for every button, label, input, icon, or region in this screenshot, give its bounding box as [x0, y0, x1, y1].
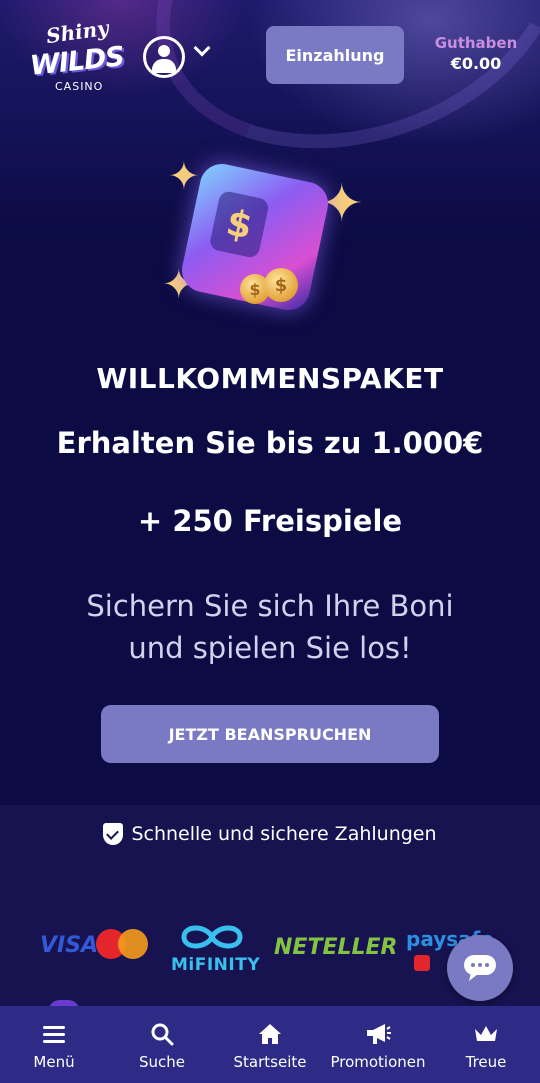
- sparkle-icon: ✦: [168, 154, 200, 198]
- bonus-amount: Erhalten Sie bis zu 1.000€: [56, 426, 484, 460]
- nav-label-promotions: Promotionen: [330, 1052, 426, 1071]
- free-spins: + 250 Freispiele: [137, 504, 403, 538]
- balance-value: €0.00: [450, 54, 502, 73]
- logo-line2: WILDS: [28, 41, 126, 82]
- home-icon: [255, 1019, 285, 1049]
- chat-button[interactable]: [447, 935, 513, 1001]
- mastercard-logo-overlap: [118, 929, 148, 959]
- bottom-nav: Menü Suche Startseite Promotionen Treue: [0, 1006, 540, 1083]
- user-icon[interactable]: [143, 36, 185, 78]
- payments-heading: Schnelle und sichere Zahlungen: [0, 823, 540, 845]
- nav-item-menu[interactable]: Menü: [0, 1006, 108, 1083]
- hero-subtitle: Sichern Sie sich Ihre Boni und spielen S…: [86, 589, 454, 665]
- chat-icon: [464, 955, 496, 981]
- logo-line3: CASINO: [55, 80, 104, 93]
- nav-label-menu: Menü: [33, 1052, 75, 1071]
- user-icon-body: [152, 59, 176, 73]
- balance-label: Guthaben: [434, 34, 518, 52]
- menu-icon: [39, 1019, 69, 1049]
- nav-label-home: Startseite: [233, 1052, 307, 1071]
- payments-heading-text: Schnelle und sichere Zahlungen: [131, 823, 437, 845]
- casino-logo[interactable]: Shiny WILDS CASINO: [26, 16, 126, 96]
- neteller-logo: NETELLER: [274, 935, 398, 960]
- nav-item-search[interactable]: Suche: [108, 1006, 216, 1083]
- visa-logo: VISA: [40, 933, 99, 958]
- search-icon: [147, 1019, 177, 1049]
- hero-section: Shiny WILDS CASINO Einzahlung Guthaben €…: [0, 0, 540, 805]
- megaphone-icon: [363, 1019, 393, 1049]
- nav-label-search: Suche: [138, 1052, 185, 1071]
- shield-check-icon: [103, 823, 124, 845]
- mifinity-symbol-icon: [181, 925, 243, 949]
- paysafe-lock-icon: [414, 955, 430, 971]
- user-icon-head: [158, 45, 170, 57]
- crown-icon: [471, 1019, 501, 1049]
- nav-item-promotions[interactable]: Promotionen: [324, 1006, 432, 1083]
- welcome-title: WILLKOMMENSPAKET: [96, 362, 444, 395]
- dollar-icon: $: [208, 189, 270, 259]
- balance-display: Guthaben €0.00: [430, 34, 522, 73]
- coin-icon: $: [264, 268, 298, 302]
- nav-label-loyalty: Treue: [465, 1052, 507, 1071]
- bonus-illustration: ✦ ✦ ✦ $ $ $: [160, 150, 380, 330]
- deposit-button[interactable]: Einzahlung: [266, 26, 404, 84]
- nav-item-loyalty[interactable]: Treue: [432, 1006, 540, 1083]
- claim-bonus-button[interactable]: JETZT BEANSPRUCHEN: [101, 705, 439, 763]
- mifinity-logo: MiFINITY: [171, 955, 261, 975]
- nav-item-home[interactable]: Startseite: [216, 1006, 324, 1083]
